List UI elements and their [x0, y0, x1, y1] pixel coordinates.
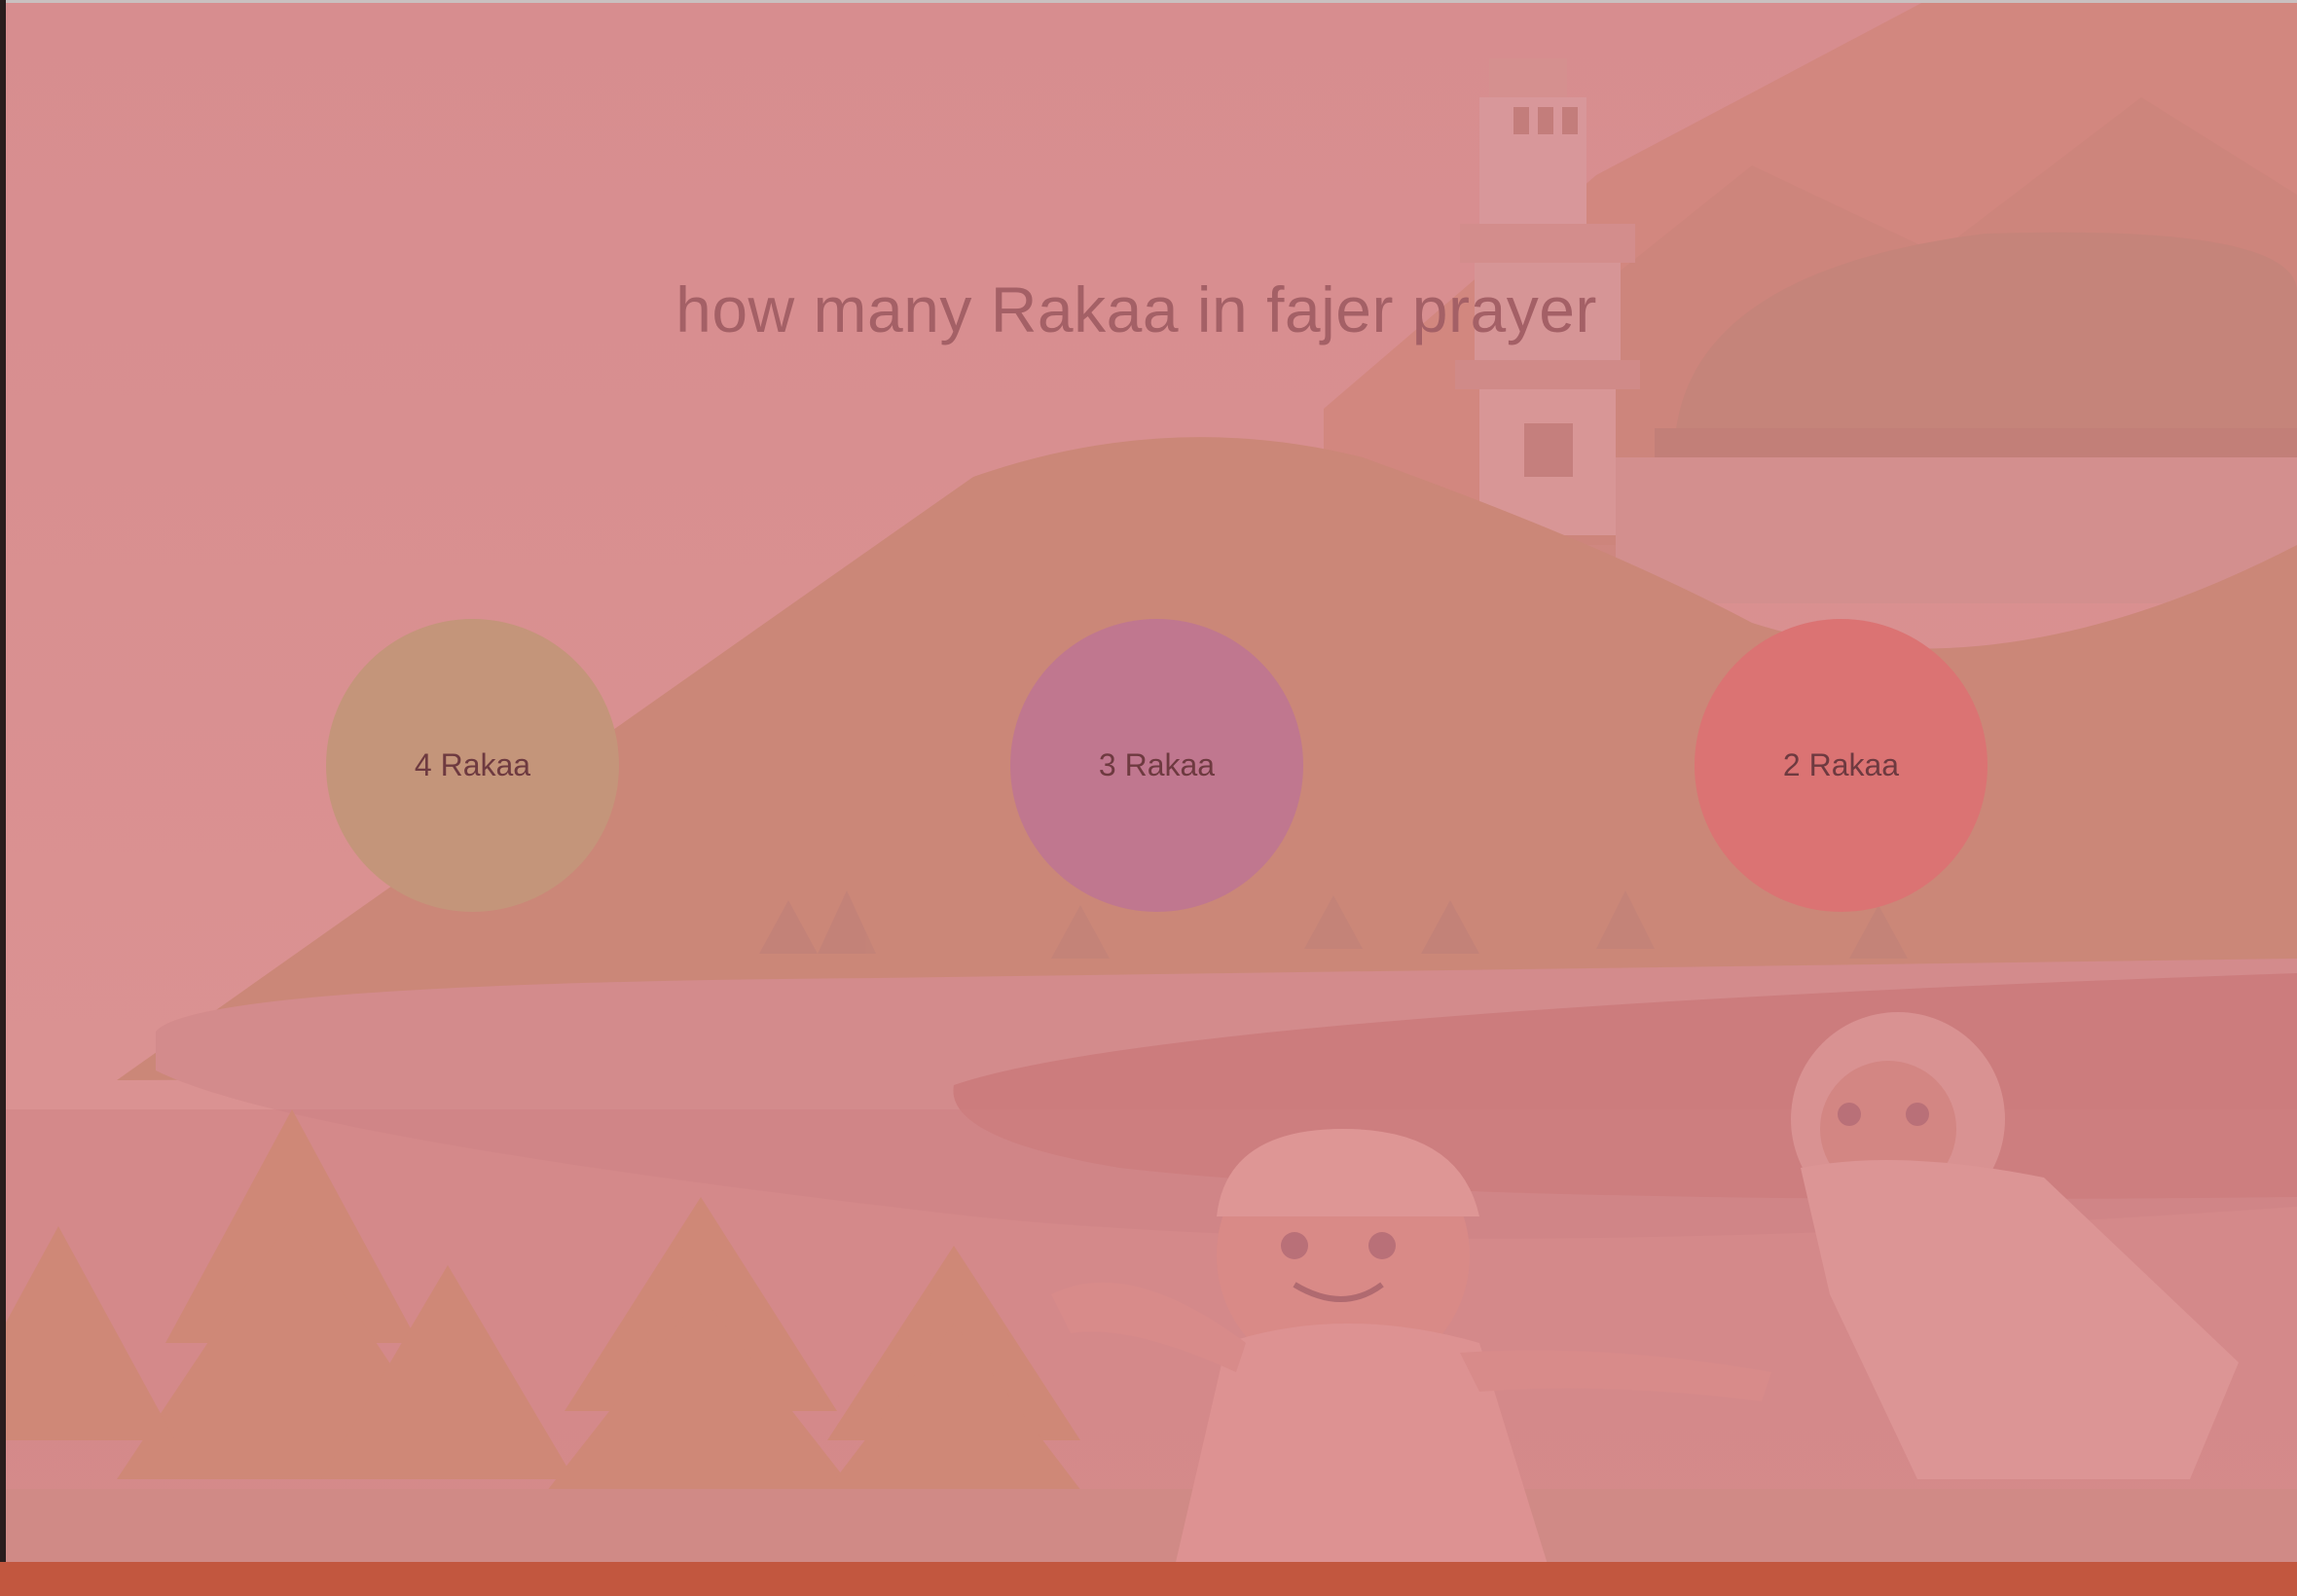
answer-option-4-rakaa[interactable]: 4 Rakaa: [326, 619, 619, 912]
bottom-bar: [0, 1562, 2297, 1596]
window-left-edge: [0, 0, 6, 1596]
answer-option-2-rakaa[interactable]: 2 Rakaa: [1695, 619, 1987, 912]
answer-option-3-rakaa[interactable]: 3 Rakaa: [1010, 619, 1303, 912]
window-top-edge: [0, 0, 2297, 3]
answer-option-label: 2 Rakaa: [1782, 747, 1900, 782]
answer-option-label: 4 Rakaa: [414, 747, 531, 782]
answer-option-label: 3 Rakaa: [1098, 747, 1216, 782]
question-text: how many Rakaa in fajer prayer: [675, 273, 1597, 345]
